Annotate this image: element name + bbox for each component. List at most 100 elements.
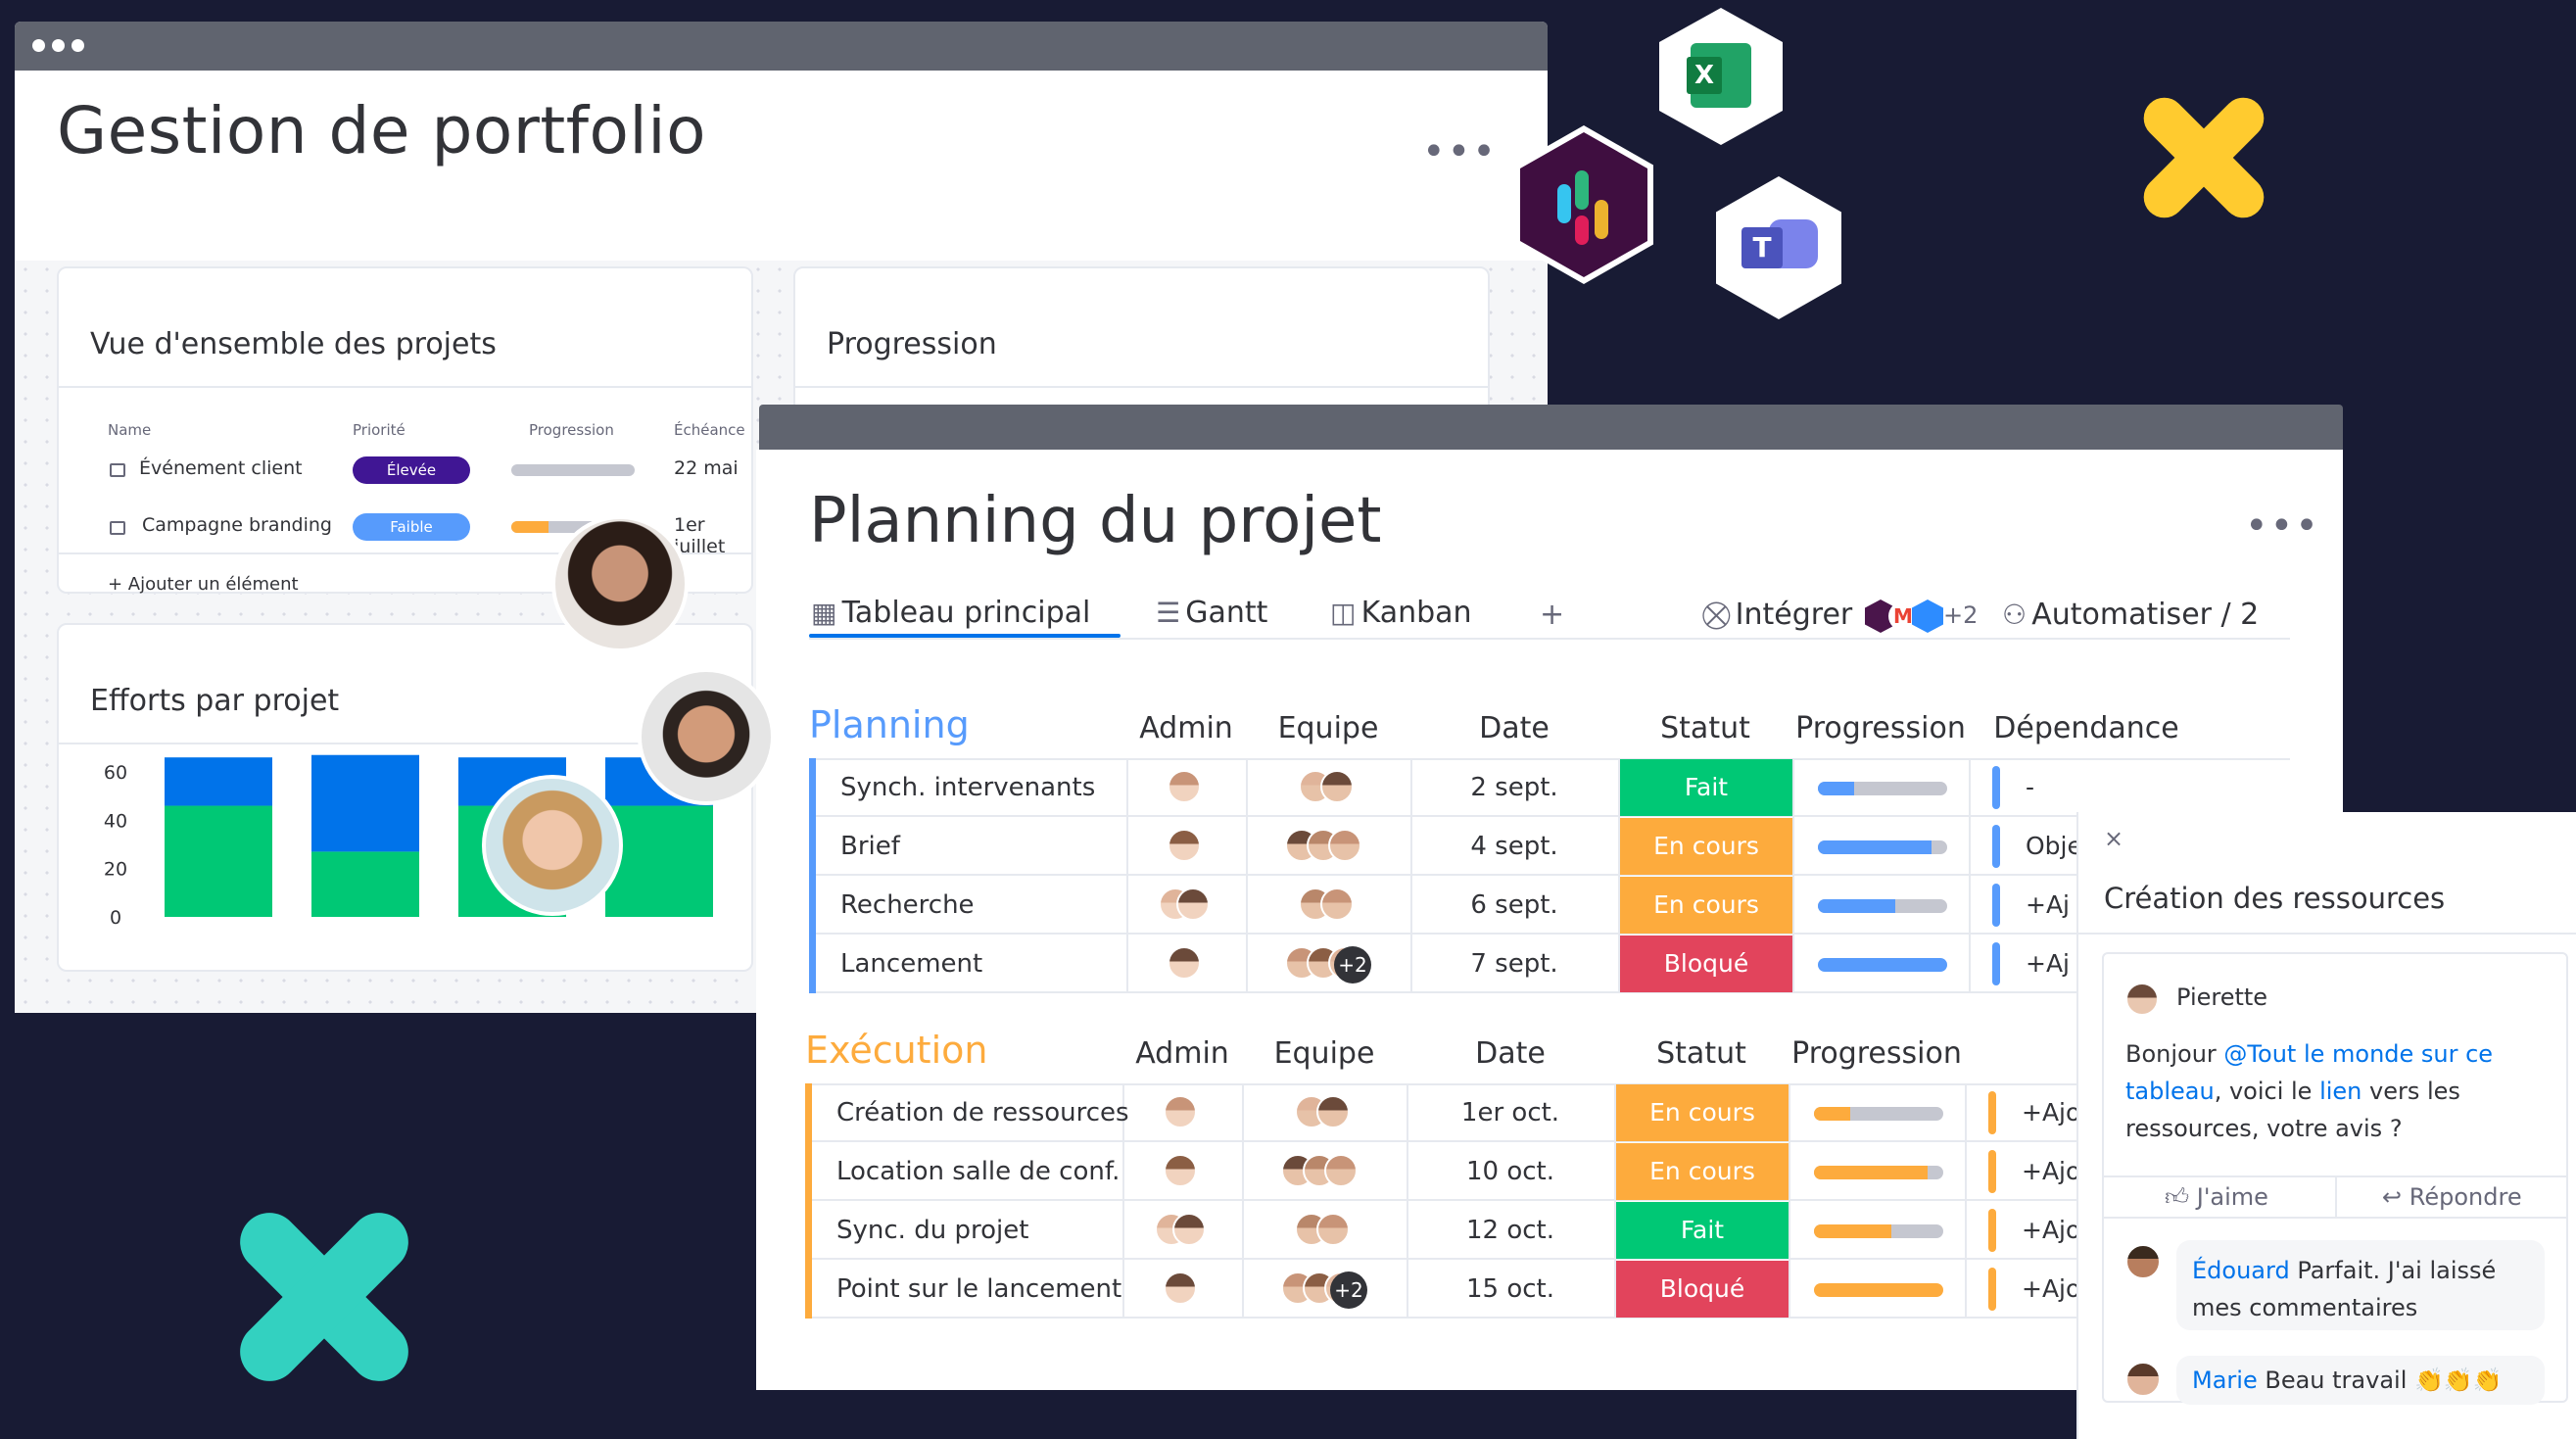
update-text: Bonjour: [2125, 1040, 2224, 1068]
more-members-badge[interactable]: +2: [1334, 946, 1371, 983]
admin-avatar[interactable]: [1176, 887, 1210, 921]
robot-icon: ⚇: [2002, 599, 2027, 631]
slack-icon: [1557, 184, 1571, 223]
more-members-badge[interactable]: +2: [1330, 1271, 1367, 1309]
column-header-admin[interactable]: Admin: [1126, 711, 1246, 745]
item-date[interactable]: 10 oct.: [1407, 1157, 1614, 1186]
status-label[interactable]: En cours: [1616, 1143, 1789, 1200]
reply-author[interactable]: Édouard: [2192, 1257, 2290, 1284]
team-avatar[interactable]: [1316, 1095, 1350, 1128]
due-date: 1er juillet: [674, 514, 726, 557]
integrate-button[interactable]: ⛒ Intégrer: [1702, 598, 1852, 632]
column-header-prog[interactable]: Progression: [1789, 1036, 1965, 1071]
item-date[interactable]: 12 oct.: [1407, 1216, 1614, 1245]
status-label[interactable]: Bloqué: [1620, 935, 1792, 992]
admin-avatar[interactable]: [1164, 1154, 1197, 1187]
progress-bar: [511, 464, 635, 476]
cell-divider: [1792, 758, 1794, 817]
tab-main-table[interactable]: ▦ Tableau principal: [811, 596, 1090, 630]
dependency-value[interactable]: +Ajo: [2022, 1157, 2080, 1185]
integration-icons[interactable]: M +2: [1865, 598, 1980, 635]
item-date[interactable]: 15 oct.: [1407, 1274, 1614, 1304]
chart-bar-segment: [311, 754, 419, 852]
dependency-value[interactable]: +Aj: [2026, 890, 2070, 919]
group-title[interactable]: Planning: [809, 703, 970, 746]
group-title[interactable]: Exécution: [805, 1029, 987, 1072]
cell-divider: [1242, 1260, 1244, 1319]
row-checkbox[interactable]: [110, 463, 125, 477]
cell-divider: [1122, 1260, 1124, 1319]
column-header-admin[interactable]: Admin: [1122, 1036, 1242, 1071]
row-checkbox[interactable]: [110, 521, 125, 535]
dependency-value[interactable]: +Ajo: [2022, 1216, 2080, 1244]
status-label[interactable]: En cours: [1620, 877, 1792, 934]
column-header-dep[interactable]: Dépendance: [1969, 711, 2204, 745]
admin-avatar[interactable]: [1172, 1213, 1206, 1246]
tab-kanban[interactable]: ◫ Kanban: [1330, 596, 1472, 630]
status-label[interactable]: En cours: [1620, 818, 1792, 875]
dependency-value[interactable]: +Aj: [2026, 949, 2070, 978]
add-view-button[interactable]: +: [1540, 598, 1564, 632]
item-name[interactable]: Sync. du projet: [836, 1216, 1028, 1245]
status-label[interactable]: Bloqué: [1616, 1261, 1789, 1318]
teams-app-icon[interactable]: T: [1716, 176, 1841, 319]
admin-avatar[interactable]: [1168, 770, 1201, 803]
dependency-value[interactable]: +Ajo: [2022, 1274, 2080, 1303]
update-author[interactable]: Pierette: [2176, 983, 2267, 1011]
status-label[interactable]: En cours: [1616, 1084, 1789, 1141]
automate-button[interactable]: ⚇ Automatiser / 2: [2002, 598, 2259, 632]
team-avatar[interactable]: [1320, 770, 1354, 803]
reply-author[interactable]: Marie: [2192, 1367, 2258, 1394]
item-name[interactable]: Lancement: [840, 949, 982, 979]
column-header-team[interactable]: Equipe: [1246, 711, 1410, 745]
column-header-status[interactable]: Statut: [1618, 711, 1792, 745]
dependency-value[interactable]: +Ajo: [2022, 1098, 2080, 1127]
dependency-value[interactable]: -: [2026, 773, 2034, 801]
excel-app-icon[interactable]: X: [1659, 8, 1783, 145]
close-icon[interactable]: ×: [2104, 825, 2123, 852]
admin-avatar[interactable]: [1168, 829, 1201, 862]
priority-badge[interactable]: Faible: [353, 513, 470, 541]
item-name[interactable]: Création de ressources: [836, 1098, 1129, 1127]
project-name[interactable]: Événement client: [139, 457, 303, 479]
item-date[interactable]: 7 sept.: [1410, 949, 1618, 979]
item-name[interactable]: Synch. intervenants: [840, 773, 1095, 802]
reply-button[interactable]: ↩ Répondre: [2382, 1183, 2522, 1211]
status-label[interactable]: Fait: [1616, 1202, 1789, 1259]
chart-bar-segment: [311, 851, 419, 917]
add-item-button[interactable]: + Ajouter un élément: [108, 574, 299, 595]
admin-avatar[interactable]: [1168, 946, 1201, 980]
item-name[interactable]: Recherche: [840, 890, 975, 920]
project-name[interactable]: Campagne branding: [142, 514, 332, 536]
item-date[interactable]: 4 sept.: [1410, 832, 1618, 861]
item-name[interactable]: Brief: [840, 832, 900, 861]
column-header-prog[interactable]: Progression: [1792, 711, 1969, 745]
item-name[interactable]: Location salle de conf.: [836, 1157, 1120, 1186]
team-avatar[interactable]: [1316, 1213, 1350, 1246]
team-avatar[interactable]: [1324, 1154, 1358, 1187]
more-options-icon[interactable]: •••: [2245, 506, 2320, 546]
column-header-status[interactable]: Statut: [1614, 1036, 1789, 1071]
item-date[interactable]: 6 sept.: [1410, 890, 1618, 920]
priority-badge[interactable]: Élevée: [353, 456, 470, 484]
item-date[interactable]: 1er oct.: [1407, 1098, 1614, 1127]
progress-bar: [1814, 1224, 1943, 1238]
team-avatar[interactable]: [1320, 887, 1354, 921]
admin-avatar[interactable]: [1164, 1095, 1197, 1128]
resource-link[interactable]: lien: [2319, 1078, 2361, 1105]
tab-gantt[interactable]: ☰ Gantt: [1156, 596, 1267, 630]
admin-avatar[interactable]: [1164, 1271, 1197, 1305]
column-header-team[interactable]: Equipe: [1242, 1036, 1407, 1071]
dependency-value[interactable]: Obje: [2026, 832, 2082, 860]
team-avatar[interactable]: [1328, 829, 1361, 862]
status-label[interactable]: Fait: [1620, 759, 1792, 816]
column-header-date[interactable]: Date: [1410, 711, 1618, 745]
like-button[interactable]: 👍︎ J'aime: [2165, 1183, 2268, 1212]
tab-label: Kanban: [1360, 596, 1472, 630]
progress-fill: [1818, 782, 1854, 795]
item-name[interactable]: Point sur le lancement: [836, 1274, 1121, 1304]
item-date[interactable]: 2 sept.: [1410, 773, 1618, 802]
more-options-icon[interactable]: •••: [1422, 132, 1498, 171]
slack-icon: [1575, 216, 1589, 245]
column-header-date[interactable]: Date: [1407, 1036, 1614, 1071]
